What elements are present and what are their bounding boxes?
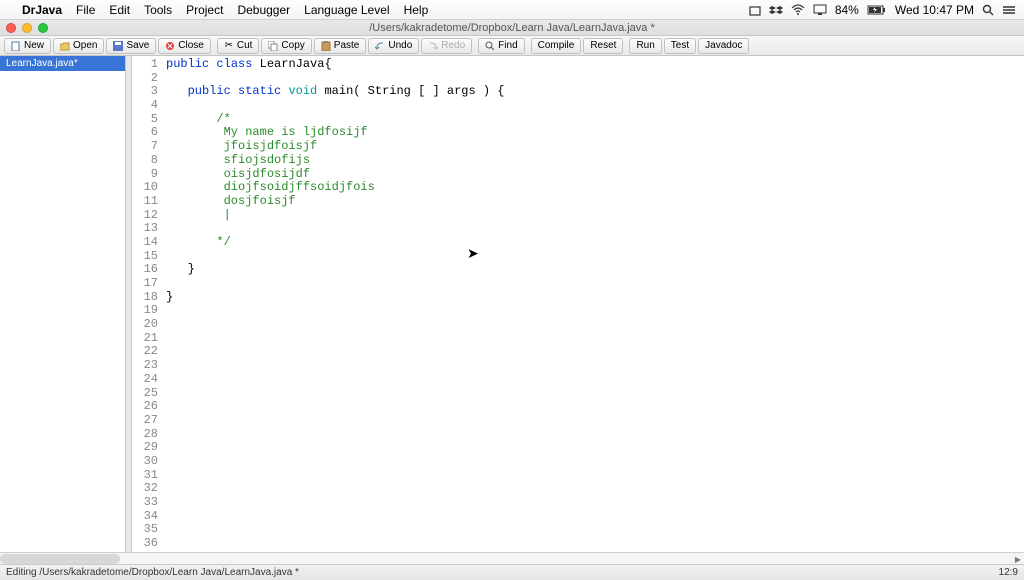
redo-icon: [428, 41, 438, 51]
minimize-window-button[interactable]: [22, 23, 32, 33]
copy-icon: [268, 41, 278, 51]
scroll-right-arrow[interactable]: ▶: [1012, 553, 1024, 565]
line-gutter: 1234567891011121314151617181920212223242…: [132, 56, 166, 552]
mac-menubar: DrJava File Edit Tools Project Debugger …: [0, 0, 1024, 20]
copy-button[interactable]: Copy: [261, 38, 311, 54]
horizontal-scrollbar[interactable]: ◀ ▶: [0, 552, 1024, 564]
find-icon: [485, 41, 495, 51]
find-button[interactable]: Find: [478, 38, 524, 54]
main-area: LearnJava.java* 123456789101112131415161…: [0, 56, 1024, 552]
redo-button[interactable]: Redo: [421, 38, 472, 54]
dropbox-icon[interactable]: [769, 4, 783, 16]
scroll-thumb[interactable]: [0, 554, 120, 564]
app-name[interactable]: DrJava: [22, 3, 62, 17]
menu-language-level[interactable]: Language Level: [304, 3, 389, 17]
open-button[interactable]: Open: [53, 38, 104, 54]
save-icon: [113, 41, 123, 51]
open-icon: [60, 41, 70, 51]
display-icon[interactable]: [813, 4, 827, 16]
status-tray: 84% Wed 10:47 PM: [749, 3, 1016, 17]
cursor-position: 12:9: [999, 567, 1018, 578]
new-button[interactable]: New: [4, 38, 51, 54]
box-icon[interactable]: [749, 4, 761, 16]
code-content[interactable]: public class LearnJava{ public static vo…: [166, 56, 1024, 552]
test-button[interactable]: Test: [664, 38, 696, 54]
paste-icon: [321, 41, 331, 51]
toolbar: New Open Save Close ✂Cut Copy Paste Undo…: [0, 36, 1024, 56]
battery-percent: 84%: [835, 3, 859, 17]
run-button[interactable]: Run: [629, 38, 661, 54]
menu-icon[interactable]: [1002, 4, 1016, 16]
menu-tools[interactable]: Tools: [144, 3, 172, 17]
zoom-window-button[interactable]: [38, 23, 48, 33]
menu-project[interactable]: Project: [186, 3, 223, 17]
cut-button[interactable]: ✂Cut: [217, 38, 260, 54]
window-titlebar: /Users/kakradetome/Dropbox/Learn Java/Le…: [0, 20, 1024, 36]
paste-button[interactable]: Paste: [314, 38, 367, 54]
menu-edit[interactable]: Edit: [109, 3, 130, 17]
menu-debugger[interactable]: Debugger: [237, 3, 290, 17]
file-entry-learnjava[interactable]: LearnJava.java*: [0, 56, 125, 71]
undo-button[interactable]: Undo: [368, 38, 419, 54]
reset-button[interactable]: Reset: [583, 38, 623, 54]
file-list-sidebar: LearnJava.java*: [0, 56, 126, 552]
close-icon: [165, 41, 175, 51]
traffic-lights: [6, 23, 48, 33]
compile-button[interactable]: Compile: [531, 38, 582, 54]
cut-icon: ✂: [224, 41, 234, 51]
code-editor[interactable]: 1234567891011121314151617181920212223242…: [132, 56, 1024, 552]
clock[interactable]: Wed 10:47 PM: [895, 3, 974, 17]
wifi-icon[interactable]: [791, 4, 805, 16]
javadoc-button[interactable]: Javadoc: [698, 38, 749, 54]
window-title: /Users/kakradetome/Dropbox/Learn Java/Le…: [369, 22, 655, 34]
save-button[interactable]: Save: [106, 38, 156, 54]
status-bar: Editing /Users/kakradetome/Dropbox/Learn…: [0, 564, 1024, 580]
close-button[interactable]: Close: [158, 38, 211, 54]
close-window-button[interactable]: [6, 23, 16, 33]
menu-file[interactable]: File: [76, 3, 95, 17]
menu-help[interactable]: Help: [404, 3, 429, 17]
undo-icon: [375, 41, 385, 51]
new-icon: [11, 41, 21, 51]
spotlight-icon[interactable]: [982, 4, 994, 16]
status-left: Editing /Users/kakradetome/Dropbox/Learn…: [6, 567, 299, 578]
battery-icon[interactable]: [867, 4, 887, 16]
